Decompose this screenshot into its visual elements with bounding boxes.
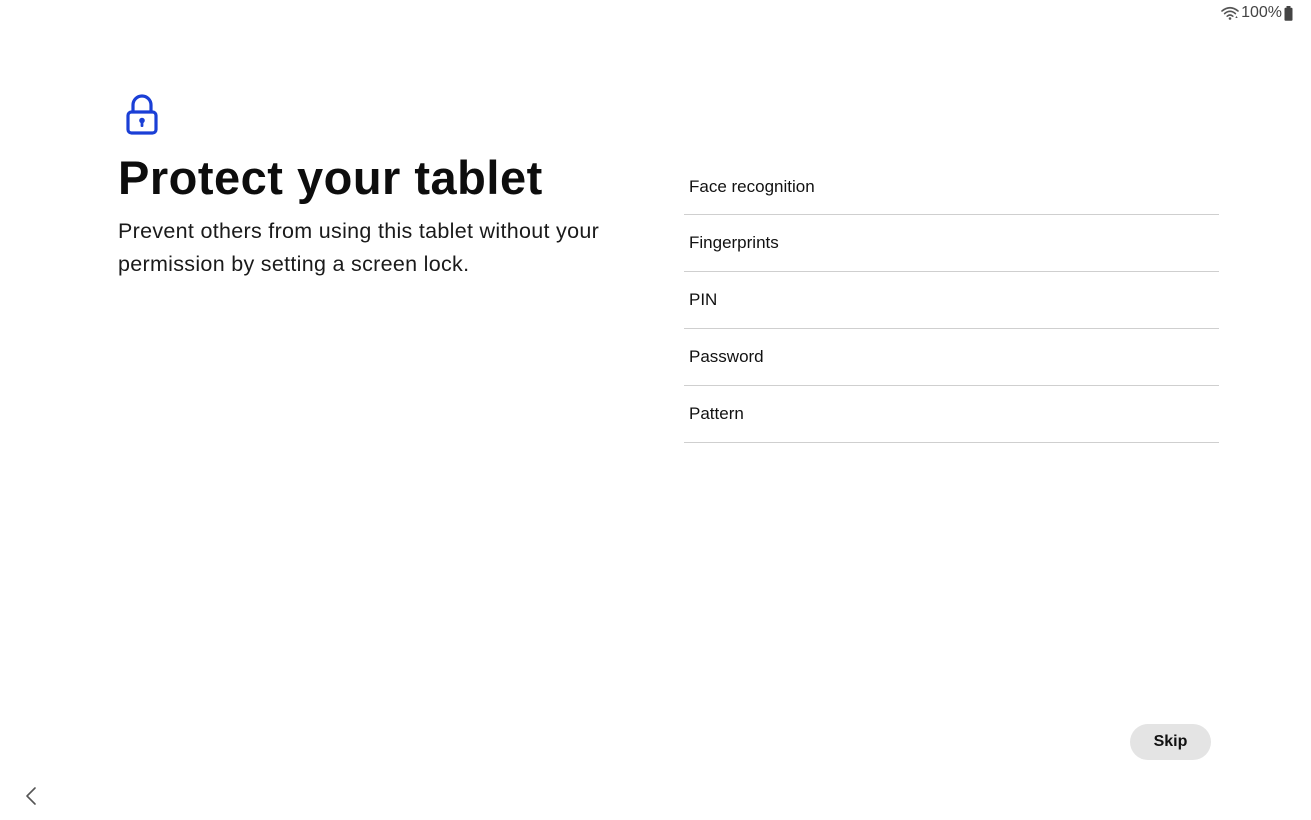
option-face-recognition[interactable]: Face recognition [684,159,1219,215]
battery-percent: 100% [1241,4,1282,21]
battery-icon [1284,5,1293,21]
screen-lock-setup-page: 100% Protect your tablet Prevent others … [0,0,1311,820]
lock-icon [124,94,160,136]
option-pin[interactable]: PIN [684,272,1219,329]
status-bar: 100% [1221,3,1293,23]
wifi-icon [1221,6,1239,20]
option-pattern[interactable]: Pattern [684,386,1219,443]
page-description: Prevent others from using this tablet wi… [118,219,600,276]
page-title: Protect your tablet [118,151,543,204]
back-button[interactable] [18,782,44,810]
skip-button[interactable]: Skip [1130,724,1211,760]
option-fingerprints[interactable]: Fingerprints [684,215,1219,272]
chevron-left-icon [26,787,36,805]
lock-options-list: Face recognition Fingerprints PIN Passwo… [684,159,1219,443]
option-password[interactable]: Password [684,329,1219,386]
